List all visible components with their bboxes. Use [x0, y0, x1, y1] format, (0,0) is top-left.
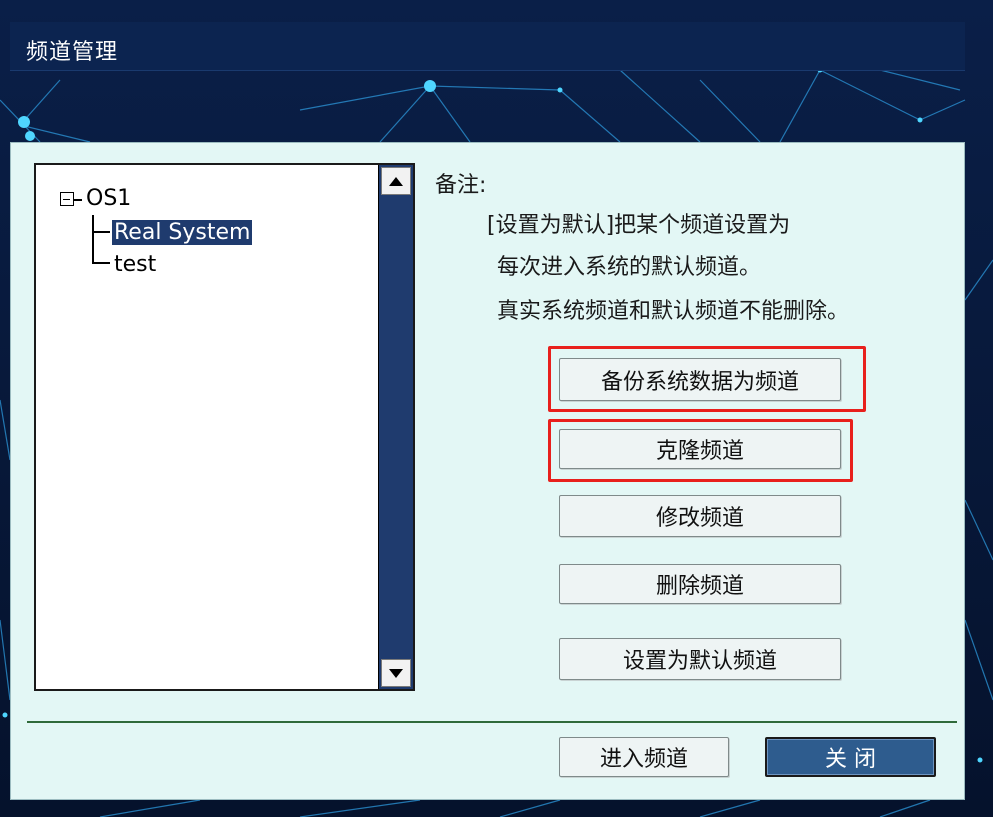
tree-connector-child-1	[92, 231, 110, 233]
tree-connector-vertical	[92, 215, 94, 263]
scroll-up-button[interactable]	[381, 167, 411, 195]
window-titlebar: 频道管理	[10, 22, 965, 71]
set-default-channel-button[interactable]: 设置为默认频道	[559, 638, 841, 680]
close-button[interactable]: 关 闭	[765, 737, 936, 777]
note-line-1: [设置为默认]把某个频道设置为	[487, 213, 791, 238]
collapse-icon[interactable]	[60, 192, 74, 206]
tree-node-os1-label: OS1	[86, 186, 132, 211]
note-line-2: 每次进入系统的默认频道。	[497, 255, 762, 280]
window-title: 频道管理	[26, 40, 119, 65]
channel-tree[interactable]: OS1 Real System test	[34, 163, 415, 691]
clone-channel-button[interactable]: 克隆频道	[559, 429, 841, 469]
backup-channel-button[interactable]: 备份系统数据为频道	[559, 358, 841, 401]
channel-management-dialog: OS1 Real System test 备注: [设置为默认]把某个频道设置为…	[10, 142, 965, 800]
delete-channel-button[interactable]: 删除频道	[559, 564, 841, 604]
enter-channel-button[interactable]: 进入频道	[559, 737, 729, 777]
tree-node-os1[interactable]: OS1	[86, 185, 131, 213]
tree-connector-child-2	[92, 262, 110, 264]
tree-node-real-system-label: Real System	[112, 220, 253, 245]
scroll-down-button[interactable]	[381, 659, 411, 687]
tree-node-test-label: test	[114, 252, 157, 277]
tree-node-test[interactable]: test	[114, 251, 156, 279]
note-line-3: 真实系统频道和默认频道不能删除。	[497, 299, 850, 324]
footer-divider	[27, 721, 957, 723]
tree-scrollbar[interactable]	[378, 165, 413, 689]
arrow-up-icon	[389, 176, 403, 186]
channel-tree-content: OS1 Real System test	[36, 165, 376, 689]
notes-title: 备注:	[435, 173, 487, 198]
tree-node-real-system[interactable]: Real System	[112, 219, 253, 247]
arrow-down-icon	[389, 668, 403, 678]
tree-connector-root	[74, 199, 82, 201]
modify-channel-button[interactable]: 修改频道	[559, 495, 841, 537]
